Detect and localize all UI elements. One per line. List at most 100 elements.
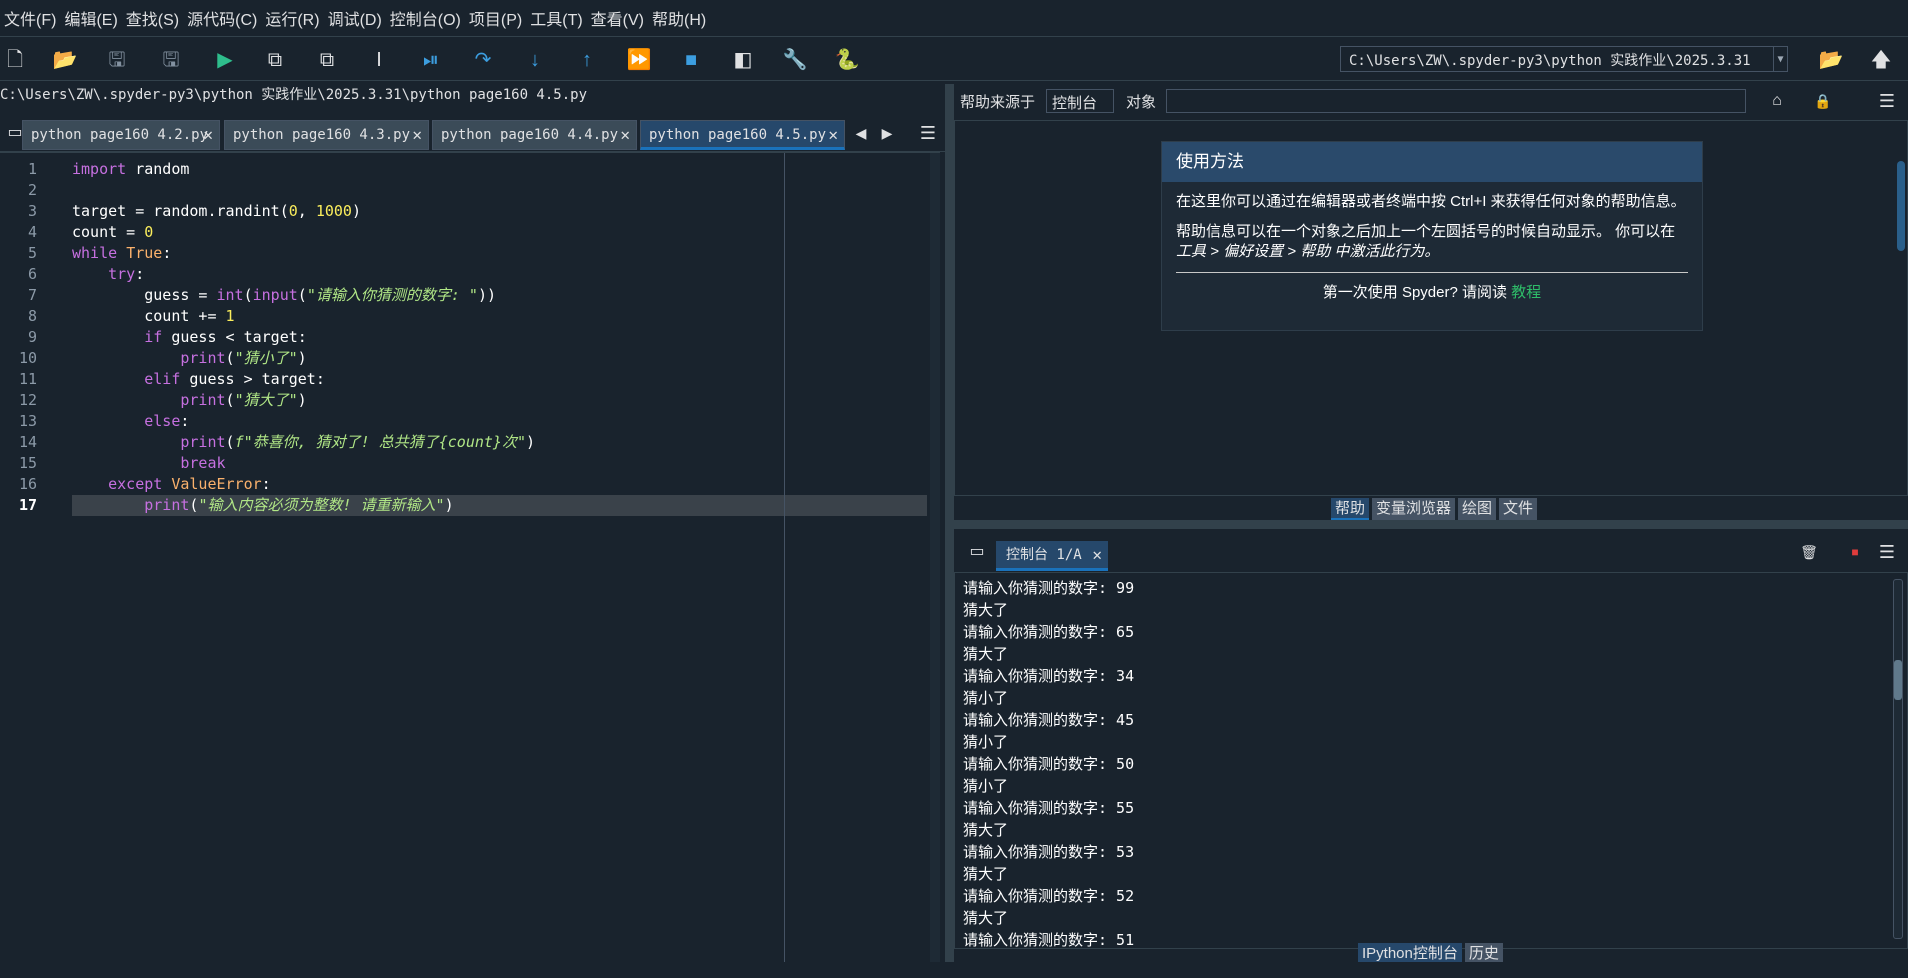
console-line: 猜小了 (963, 733, 1009, 751)
code-token: , (297, 202, 316, 220)
tab-file-4-2[interactable]: python page160 4.2.py ✕ (22, 120, 220, 150)
lock-icon[interactable]: 🔒 (1810, 88, 1836, 114)
menu-item-0[interactable]: 文件(F) (0, 6, 60, 30)
tab-label: python page160 4.5.py (649, 127, 827, 143)
tab-file-4-3[interactable]: python page160 4.3.py ✕ (224, 120, 429, 150)
close-icon[interactable]: ✕ (412, 121, 422, 149)
menu-item-9[interactable]: 查看(V) (587, 6, 648, 30)
usage-paragraph-2a: 帮助信息可以在一个对象之后加上一个左圆括号的时候自动显示。 你可以在 (1176, 223, 1676, 240)
step-return-icon[interactable]: ↑ (574, 47, 600, 73)
menu-item-6[interactable]: 控制台(O) (386, 6, 465, 30)
close-icon[interactable]: ✕ (828, 121, 838, 147)
code-editor[interactable]: 1 2 3 4 5 6 7 8 9 10 11 12 13 14 15 16 17 import random t… (0, 152, 940, 965)
help-scrollbar[interactable] (1897, 161, 1905, 251)
console-output[interactable]: 请输入你猜测的数字: 99 猜大了 请输入你猜测的数字: 65 猜大了 请输入你猜测的数… (954, 572, 1908, 949)
code-line: print(f"恭喜你, 猜对了! 总共猜了{count}次") (72, 432, 535, 453)
console-scrollbar[interactable] (1893, 579, 1903, 939)
code-area[interactable]: import random target = random.randint(0, … (72, 153, 926, 964)
help-content: 使用方法 在这里你可以通过在编辑器或者终端中按 Ctrl+I 来获得任何对象的帮… (954, 120, 1908, 496)
python-path-icon[interactable]: 🐍 (834, 47, 860, 73)
preferences-icon[interactable]: 🔧 (782, 47, 808, 73)
code-token: ) (351, 202, 361, 220)
browse-tabs-icon[interactable]: ▭ (964, 539, 990, 565)
scroll-tabs-right-icon[interactable]: ▶ (874, 120, 900, 146)
parent-directory-icon[interactable]: 🡅 (1868, 47, 1894, 73)
browse-folder-icon[interactable]: 📂 (1818, 47, 1844, 73)
menu-item-4[interactable]: 运行(R) (261, 6, 323, 30)
close-icon[interactable]: ✕ (203, 121, 213, 149)
menu-item-1[interactable]: 编辑(E) (60, 6, 121, 30)
code-token: input (252, 286, 298, 304)
menu-item-7[interactable]: 项目(P) (465, 6, 526, 30)
stop-icon[interactable]: ■ (678, 47, 704, 73)
editor-scrollbar[interactable] (930, 153, 940, 965)
working-directory-combo[interactable]: C:\Users\ZW\.spyder-py3\python 实践作业\2025… (1340, 46, 1788, 72)
code-line: if guess < target: (72, 327, 307, 348)
line-number: 5 (27, 244, 37, 262)
console-line: 请输入你猜测的数字: 99 (963, 579, 1135, 597)
open-file-icon[interactable]: 📂 (52, 47, 78, 73)
options-menu-icon[interactable]: ☰ (1874, 88, 1900, 114)
code-token: print (180, 391, 226, 409)
usage-footer-text: 第一次使用 Spyder? 请阅读 (1322, 284, 1512, 301)
run-cell-advance-icon[interactable]: ⧉ (314, 47, 340, 73)
run-icon[interactable]: ▶ (212, 47, 238, 73)
console-line: 猜小了 (963, 689, 1009, 707)
menu-item-10[interactable]: 帮助(H) (648, 6, 710, 30)
step-into-icon[interactable]: ↓ (522, 47, 548, 73)
options-menu-icon[interactable]: ☰ (1874, 539, 1900, 565)
help-pane-tabs: 帮助 变量浏览器 绘图 文件 (1331, 498, 1538, 520)
line-number: 4 (27, 223, 37, 241)
horizontal-splitter[interactable] (954, 520, 1908, 529)
tab-help[interactable]: 帮助 (1331, 498, 1370, 520)
editor-tab-bar: ▭ python page160 4.2.py ✕ python page160 … (0, 114, 945, 152)
home-icon[interactable]: ⌂ (1764, 88, 1790, 114)
code-token: "猜大了" (234, 391, 298, 409)
code-line: print("猜小了") (72, 348, 306, 369)
maximize-pane-icon[interactable]: ◧ (730, 47, 756, 73)
menu-item-5[interactable]: 调试(D) (324, 6, 386, 30)
code-token: : (135, 265, 145, 283)
help-object-combo[interactable] (1166, 89, 1746, 113)
help-source-label: 帮助来源于 (960, 94, 1036, 111)
menu-item-2[interactable]: 查找(S) (122, 6, 183, 30)
line-number: 9 (27, 328, 37, 346)
menu-item-3[interactable]: 源代码(C) (183, 6, 261, 30)
code-token: 0 (144, 223, 154, 241)
close-icon[interactable]: ✕ (1092, 541, 1102, 569)
run-selection-icon[interactable]: I (366, 47, 392, 73)
tab-console-1a[interactable]: 控制台 1/A ✕ (996, 541, 1108, 571)
options-menu-icon[interactable]: ☰ (915, 120, 941, 146)
tab-plots[interactable]: 绘图 (1458, 498, 1497, 520)
new-file-icon[interactable]: 🗋 (2, 47, 28, 73)
tutorial-link[interactable]: 教程 (1511, 284, 1541, 301)
debug-icon[interactable]: ⏯ (418, 47, 444, 73)
console-scrollbar-thumb[interactable] (1894, 660, 1902, 700)
menu-item-8[interactable]: 工具(T) (526, 6, 586, 30)
save-all-icon[interactable]: 🖫 (158, 47, 184, 73)
code-line: else: (72, 411, 189, 432)
close-icon[interactable]: ✕ (620, 121, 630, 149)
help-source-combo[interactable]: 控制台 (1046, 89, 1114, 113)
run-cell-icon[interactable]: ⧉ (262, 47, 288, 73)
step-over-icon[interactable]: ↷ (470, 47, 496, 73)
clear-console-icon[interactable]: 🗑 (1796, 539, 1822, 565)
scroll-tabs-left-icon[interactable]: ◀ (848, 120, 874, 146)
interrupt-kernel-icon[interactable]: ■ (1842, 539, 1868, 565)
tab-files[interactable]: 文件 (1499, 498, 1538, 520)
chevron-down-icon[interactable]: ▼ (1773, 47, 1787, 71)
continue-icon[interactable]: ⏩ (626, 47, 652, 73)
save-icon[interactable]: 🖫 (104, 47, 130, 73)
tab-variable-explorer[interactable]: 变量浏览器 (1372, 498, 1456, 520)
vertical-splitter[interactable] (945, 84, 954, 978)
tab-file-4-4[interactable]: python page160 4.4.py ✕ (432, 120, 637, 150)
console-line: 猜大了 (963, 601, 1009, 619)
tab-file-4-5[interactable]: python page160 4.5.py ✕ (640, 120, 845, 150)
console-line: 猜小了 (963, 777, 1009, 795)
